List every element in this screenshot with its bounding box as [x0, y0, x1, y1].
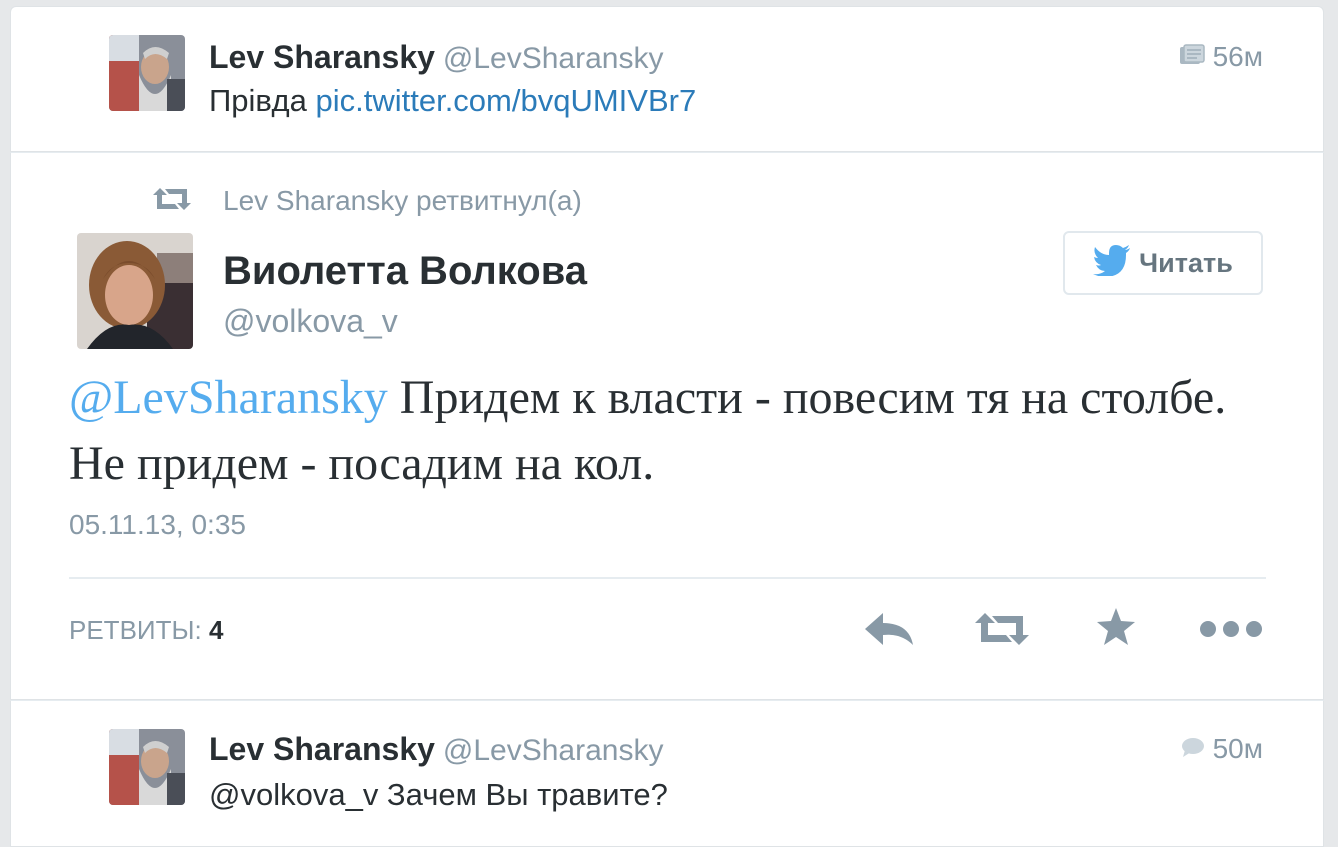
retweets-count: 4	[208, 615, 224, 645]
tweet-time[interactable]: 50м	[1213, 733, 1263, 765]
retweet-action-icon[interactable]	[973, 611, 1031, 652]
tweet-time[interactable]: 56м	[1213, 41, 1263, 73]
author-name[interactable]: Lev Sharansky	[209, 731, 435, 767]
reply-bubble-icon	[1181, 733, 1205, 765]
tweet-header: Lev Sharansky @LevSharansky	[209, 731, 663, 768]
favorite-icon[interactable]	[1095, 607, 1137, 652]
tweet-meta: 50м	[1181, 733, 1263, 765]
author-handle[interactable]: @LevSharansky	[443, 42, 664, 75]
tweet-text: @volkova_v Зачем Вы травите?	[209, 777, 668, 812]
twitter-bird-icon	[1093, 244, 1131, 283]
tweet-photo-link[interactable]: pic.twitter.com/bvqUMIVBr7	[315, 83, 696, 118]
tweet-card-1[interactable]: Lev Sharansky @LevSharansky Прівда pic.tw…	[10, 6, 1324, 152]
author-name[interactable]: Виолетта Волкова	[223, 249, 587, 294]
author-handle[interactable]: @volkova_v	[223, 303, 398, 340]
tweet-card-3[interactable]: Lev Sharansky @LevSharansky @volkova_v За…	[10, 700, 1324, 847]
tweet-text-prefix: Прівда	[209, 83, 307, 118]
author-name[interactable]: Lev Sharansky	[209, 39, 435, 75]
reply-icon[interactable]	[863, 611, 915, 652]
retweet-icon	[151, 186, 193, 217]
retweets-label: РЕТВИТЫ:	[69, 615, 202, 645]
more-icon[interactable]	[1199, 619, 1263, 644]
author-handle[interactable]: @LevSharansky	[443, 734, 664, 767]
media-icon	[1179, 41, 1205, 73]
tweet-meta: 56м	[1179, 41, 1263, 73]
tweet-text: Прівда pic.twitter.com/bvqUMIVBr7	[209, 83, 696, 119]
retweeted-by-label[interactable]: Lev Sharansky ретвитнул(а)	[223, 185, 582, 217]
tweet-text: @LevSharansky Придем к власти - повесим …	[69, 365, 1269, 497]
retweet-stats[interactable]: РЕТВИТЫ: 4	[69, 615, 223, 646]
retweet-context: Lev Sharansky ретвитнул(а)	[151, 185, 582, 217]
avatar-lev-sharansky[interactable]	[109, 729, 185, 805]
avatar-volkova[interactable]	[77, 233, 193, 349]
tweet-timestamp[interactable]: 05.11.13, 0:35	[69, 509, 246, 541]
tweet-card-expanded: Lev Sharansky ретвитнул(а) Виолетта Волк…	[10, 152, 1324, 700]
tweet-header: Lev Sharansky @LevSharansky	[209, 39, 663, 76]
avatar-lev-sharansky[interactable]	[109, 35, 185, 111]
follow-label: Читать	[1139, 247, 1233, 278]
follow-button[interactable]: Читать	[1063, 231, 1263, 295]
divider	[69, 577, 1266, 579]
tweet-mention[interactable]: @LevSharansky	[69, 371, 388, 424]
